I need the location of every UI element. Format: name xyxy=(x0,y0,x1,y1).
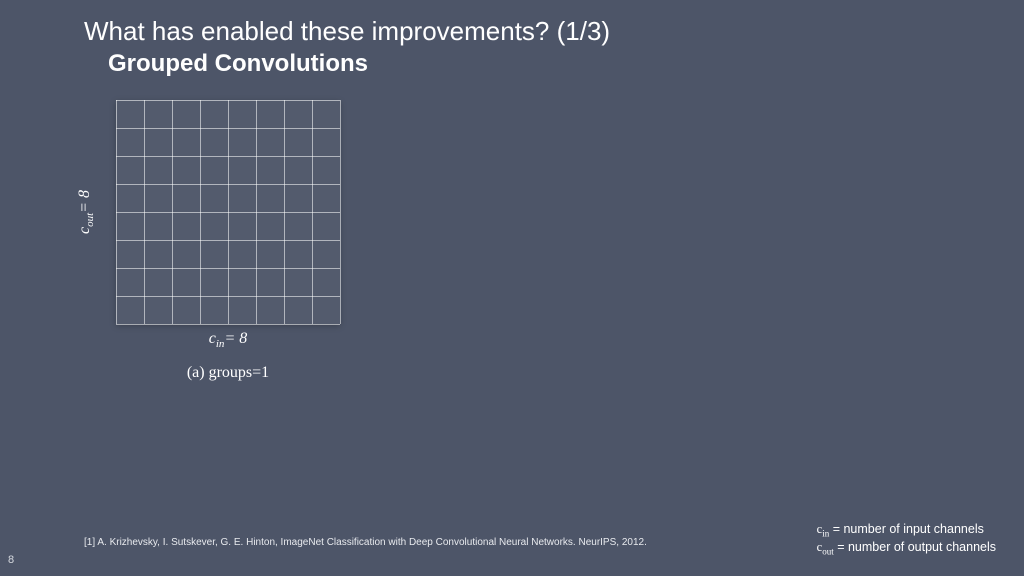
legend-l2-sub: out xyxy=(822,547,834,557)
xlabel-var: c xyxy=(209,330,216,347)
slide-title: What has enabled these improvements? (1/… xyxy=(84,16,610,47)
legend-l1-txt: = number of input channels xyxy=(829,522,984,536)
slide: What has enabled these improvements? (1/… xyxy=(0,0,1024,576)
legend-block: cin = number of input channels cout = nu… xyxy=(817,521,996,558)
grid-hline xyxy=(116,184,340,185)
grid-hline xyxy=(116,212,340,213)
grid-x-axis-label: cin= 8 xyxy=(116,330,340,350)
convolution-grid xyxy=(116,100,340,324)
grid-hline xyxy=(116,240,340,241)
slide-subtitle: Grouped Convolutions xyxy=(108,50,368,78)
grid-figure xyxy=(116,100,340,324)
page-number: 8 xyxy=(8,554,14,566)
ylabel-val: = 8 xyxy=(76,190,93,213)
grid-caption: (a) groups=1 xyxy=(116,364,340,382)
grid-hline xyxy=(116,156,340,157)
grid-hline xyxy=(116,324,340,325)
ylabel-var: c xyxy=(76,227,93,234)
grid-y-axis-label: cout= 8 xyxy=(76,100,96,324)
grid-hline xyxy=(116,100,340,101)
grid-hline xyxy=(116,296,340,297)
legend-line-cout: cout = number of output channels xyxy=(817,539,996,558)
grid-hline xyxy=(116,268,340,269)
legend-l2-txt: = number of output channels xyxy=(834,540,996,554)
xlabel-val: = 8 xyxy=(224,330,247,347)
citation-text: [1] A. Krizhevsky, I. Sutskever, G. E. H… xyxy=(84,537,647,548)
grid-hline xyxy=(116,128,340,129)
ylabel-sub: out xyxy=(84,213,96,227)
legend-line-cin: cin = number of input channels xyxy=(817,521,996,540)
